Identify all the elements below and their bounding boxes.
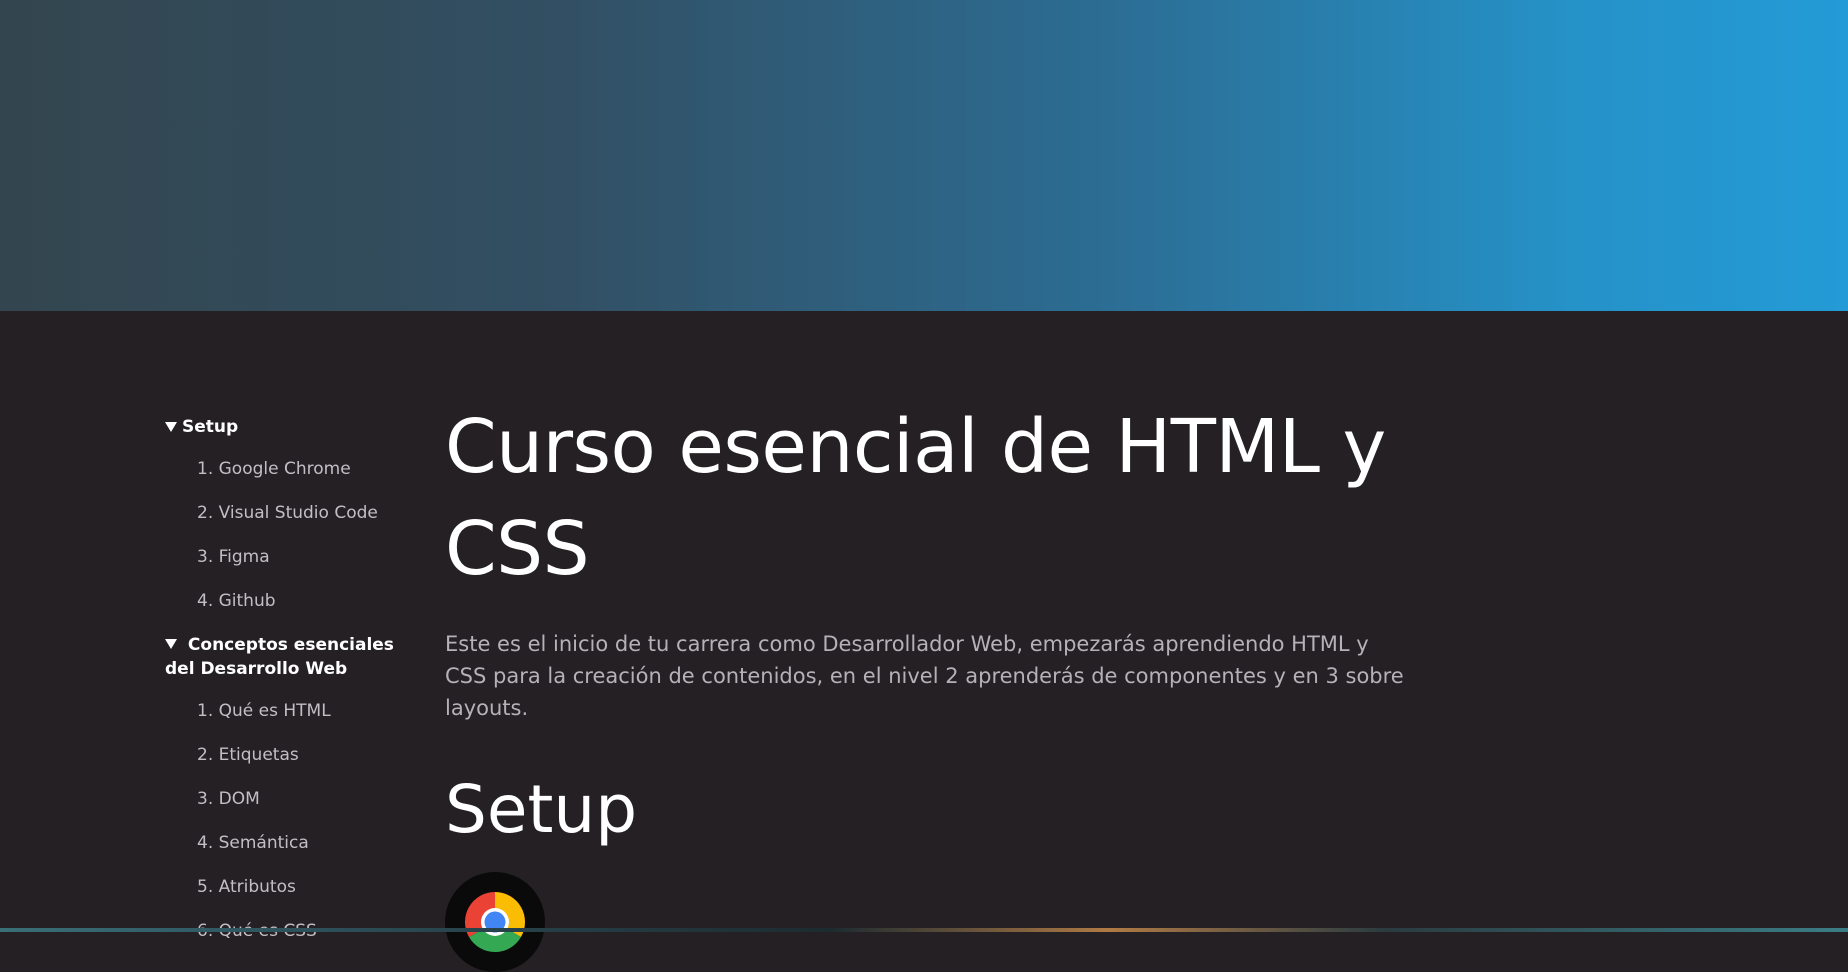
toc-item-google-chrome[interactable]: 1. Google Chrome <box>197 457 400 481</box>
hero-banner <box>0 0 1848 311</box>
google-chrome-icon-graphic <box>464 892 526 953</box>
toc-section-title: Setup <box>182 417 239 437</box>
triangle-down-icon <box>165 639 177 649</box>
toc-section-setup[interactable]: Setup <box>165 415 400 439</box>
google-chrome-icon[interactable] <box>445 872 545 972</box>
page-title: Curso esencial de HTML y CSS <box>445 404 1386 592</box>
toc-item-semantica[interactable]: 4. Semántica <box>197 831 400 855</box>
intro-paragraph: Este es el inicio de tu carrera como Des… <box>445 632 1404 720</box>
toc-item-figma[interactable]: 3. Figma <box>197 545 400 569</box>
toc-section-title: Conceptos esenciales del Desarrollo Web <box>165 635 394 679</box>
section-heading-setup: Setup <box>445 771 638 848</box>
toc-item-github[interactable]: 4. Github <box>197 589 400 613</box>
toc-item-dom[interactable]: 3. DOM <box>197 787 400 811</box>
toc-section-conceptos[interactable]: Conceptos esenciales del Desarrollo Web <box>165 633 400 681</box>
toc-item-visual-studio-code[interactable]: 2. Visual Studio Code <box>197 501 400 525</box>
triangle-down-icon <box>165 422 177 432</box>
toc-item-que-es-html[interactable]: 1. Qué es HTML <box>197 699 400 723</box>
course-content: Setup 1. Google Chrome 2. Visual Studio … <box>0 311 1848 972</box>
next-image-edge <box>0 928 1848 932</box>
table-of-contents: Setup 1. Google Chrome 2. Visual Studio … <box>165 415 400 963</box>
toc-item-atributos[interactable]: 5. Atributos <box>197 875 400 899</box>
toc-item-etiquetas[interactable]: 2. Etiquetas <box>197 743 400 767</box>
main-article: Curso esencial de HTML y CSS Este es el … <box>445 396 1405 850</box>
